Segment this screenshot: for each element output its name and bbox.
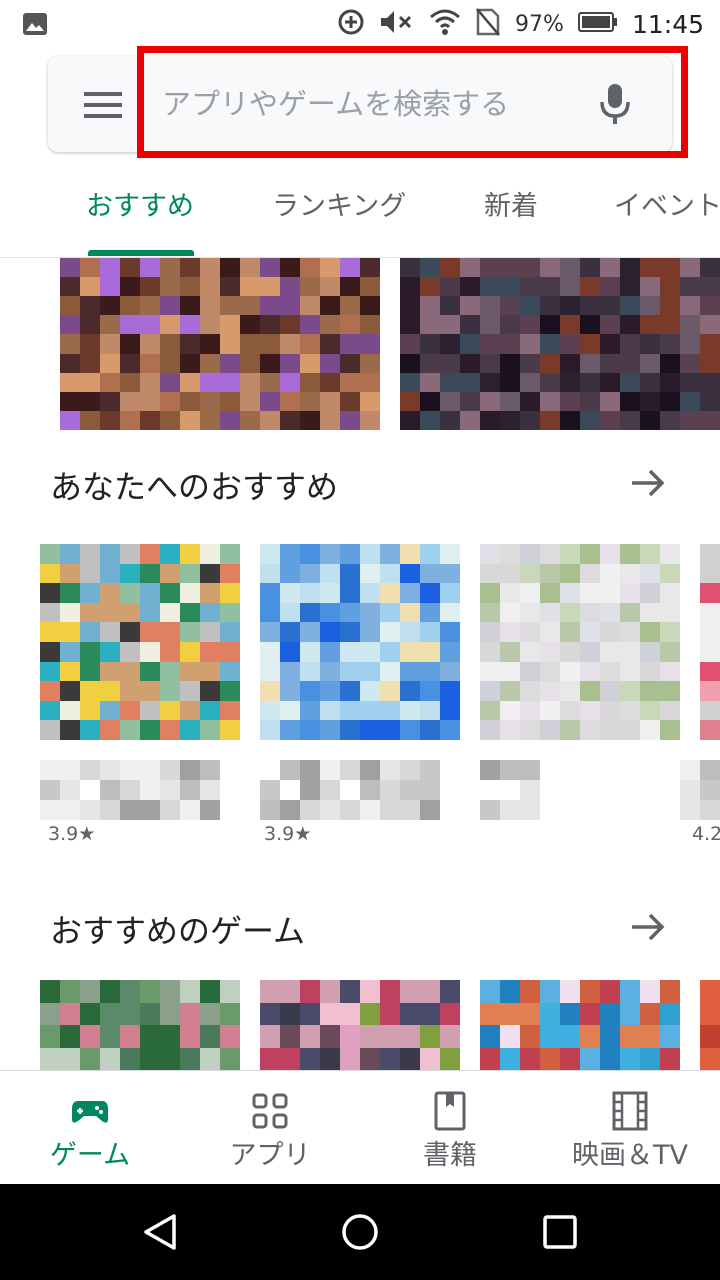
back-icon[interactable]	[140, 1212, 180, 1252]
category-tabs: おすすめ ランキング 新着 イベント	[0, 168, 720, 258]
search-bar	[48, 56, 672, 152]
wifi-icon	[429, 8, 461, 40]
app-name	[260, 760, 440, 820]
app-name	[480, 760, 540, 820]
app-icon[interactable]	[700, 544, 720, 740]
tab-new[interactable]: 新着	[484, 184, 538, 223]
app-icon[interactable]	[40, 544, 240, 740]
mute-icon	[379, 8, 415, 40]
nav-books-label: 書籍	[423, 1140, 477, 1171]
apps-grid-icon	[250, 1091, 290, 1131]
featured-banner-1[interactable]	[60, 258, 380, 430]
game-icon[interactable]	[700, 980, 720, 1070]
game-icon[interactable]	[260, 980, 460, 1070]
app-rating: 4.2	[692, 823, 720, 845]
image-notification-icon	[22, 12, 48, 40]
section-title-games: おすすめのゲーム	[50, 912, 306, 950]
battery-icon	[577, 11, 618, 37]
clock: 11:45	[631, 9, 704, 39]
nav-games-label: ゲーム	[49, 1140, 131, 1171]
tab-recommended[interactable]: おすすめ	[86, 184, 194, 223]
home-icon[interactable]	[340, 1212, 380, 1252]
game-icon[interactable]	[480, 980, 680, 1070]
nav-movies-label: 映画＆TV	[572, 1140, 688, 1171]
app-rating: 3.9★	[264, 823, 312, 845]
nav-movies[interactable]: 映画＆TV	[540, 1071, 720, 1185]
bottom-navigation: ゲーム アプリ 書籍 映画＆TV	[0, 1070, 720, 1184]
book-icon	[430, 1091, 470, 1131]
app-rating: 3.9★	[48, 823, 96, 845]
featured-banner-2[interactable]	[400, 258, 720, 430]
status-bar: 97% 11:45	[0, 0, 720, 48]
nav-apps-label: アプリ	[229, 1140, 311, 1171]
film-icon	[610, 1091, 650, 1131]
gamepad-icon	[70, 1091, 110, 1131]
system-navigation-bar	[0, 1184, 720, 1280]
microphone-icon[interactable]	[598, 82, 632, 126]
nav-books[interactable]: 書籍	[360, 1071, 540, 1185]
section-title-for-you: あなたへのおすすめ	[50, 468, 339, 506]
no-sim-icon	[475, 7, 501, 41]
app-icon[interactable]	[260, 544, 460, 740]
game-icon[interactable]	[40, 980, 240, 1070]
battery-percent: 97%	[515, 11, 564, 37]
app-name	[40, 760, 220, 820]
data-saver-icon	[337, 8, 365, 40]
search-input[interactable]	[162, 80, 562, 128]
active-tab-indicator	[88, 250, 194, 256]
arrow-right-icon[interactable]	[630, 468, 666, 498]
nav-games[interactable]: ゲーム	[0, 1071, 180, 1185]
app-name	[680, 760, 720, 820]
nav-apps[interactable]: アプリ	[180, 1071, 360, 1185]
arrow-right-icon[interactable]	[630, 912, 666, 942]
tab-events[interactable]: イベント	[614, 184, 720, 223]
app-icon[interactable]	[480, 544, 680, 740]
recents-icon[interactable]	[540, 1212, 580, 1252]
tab-ranking[interactable]: ランキング	[272, 184, 406, 223]
hamburger-menu-icon[interactable]	[84, 92, 122, 118]
